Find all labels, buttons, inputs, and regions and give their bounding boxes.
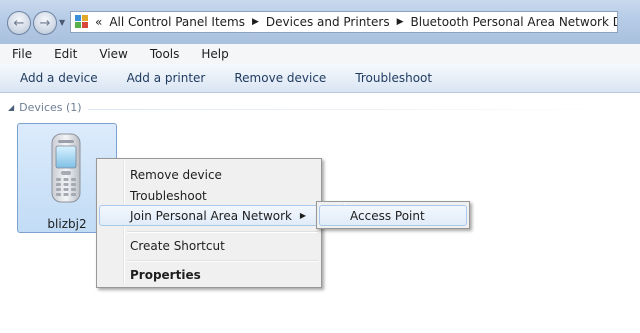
ctx-join-personal-area-network[interactable]: Join Personal Area Network ▶ (99, 205, 319, 226)
ctx-properties-label: Properties (130, 267, 201, 282)
menu-file[interactable]: File (0, 47, 42, 61)
group-header-label: Devices (1) (19, 101, 82, 114)
ctx-remove-device-label: Remove device (130, 167, 222, 182)
ctx-troubleshoot[interactable]: Troubleshoot (99, 185, 319, 206)
ctx-join-pan-label: Join Personal Area Network (130, 208, 292, 223)
device-context-menu: Remove device Troubleshoot Join Personal… (96, 158, 322, 288)
collapse-arrow-icon[interactable]: ◢ (8, 103, 14, 112)
command-bar: Add a device Add a printer Remove device… (0, 64, 640, 93)
address-field[interactable]: « ▶ All Control Panel Items ▶ Devices an… (70, 11, 618, 33)
ctx-troubleshoot-label: Troubleshoot (130, 188, 207, 203)
back-button[interactable]: ← (7, 11, 31, 35)
arrow-right-icon: → (39, 15, 51, 31)
join-pan-submenu: Access Point (316, 201, 470, 229)
menu-tools[interactable]: Tools (138, 47, 190, 61)
forward-button[interactable]: → (33, 11, 57, 35)
submenu-arrow-icon: ▶ (299, 211, 306, 220)
menu-separator (127, 231, 318, 233)
control-panel-icon (75, 15, 91, 29)
group-header[interactable]: ◢ Devices (1) (8, 101, 82, 114)
menu-view[interactable]: View (87, 47, 137, 61)
ctx-create-shortcut-label: Create Shortcut (130, 238, 225, 253)
remove-device-button[interactable]: Remove device (234, 71, 326, 85)
menu-bar: File Edit View Tools Help (0, 44, 640, 65)
breadcrumb-devices-and-printers[interactable]: Devices and Printers (266, 15, 390, 29)
troubleshoot-button[interactable]: Troubleshoot (355, 71, 432, 85)
add-device-button[interactable]: Add a device (20, 71, 98, 85)
breadcrumb-all-control-panel-items[interactable]: All Control Panel Items (109, 15, 245, 29)
ctx-access-point-label: Access Point (350, 208, 425, 223)
breadcrumb-separator-icon[interactable]: ▶ (397, 17, 404, 27)
ctx-access-point[interactable]: Access Point (319, 205, 467, 226)
ctx-properties[interactable]: Properties (99, 264, 319, 285)
menu-edit[interactable]: Edit (42, 47, 87, 61)
breadcrumb-bluetooth-pan-devices[interactable]: Bluetooth Personal Area Network Devices (411, 15, 618, 29)
mobile-phone-icon (51, 133, 81, 203)
ctx-create-shortcut[interactable]: Create Shortcut (99, 235, 319, 256)
menu-help[interactable]: Help (189, 47, 238, 61)
arrow-left-icon: ← (13, 15, 25, 31)
recent-pages-dropdown[interactable]: ▼ (59, 18, 65, 27)
add-printer-button[interactable]: Add a printer (127, 71, 206, 85)
menu-separator (127, 260, 318, 262)
breadcrumb-separator-icon[interactable]: ▶ (252, 17, 259, 27)
address-bar: ← → ▼ « ▶ All Control Panel Items ▶ Devi… (0, 0, 640, 44)
recent-locations-chevron[interactable]: « (95, 15, 102, 29)
group-divider (88, 109, 632, 110)
ctx-remove-device[interactable]: Remove device (99, 164, 319, 185)
